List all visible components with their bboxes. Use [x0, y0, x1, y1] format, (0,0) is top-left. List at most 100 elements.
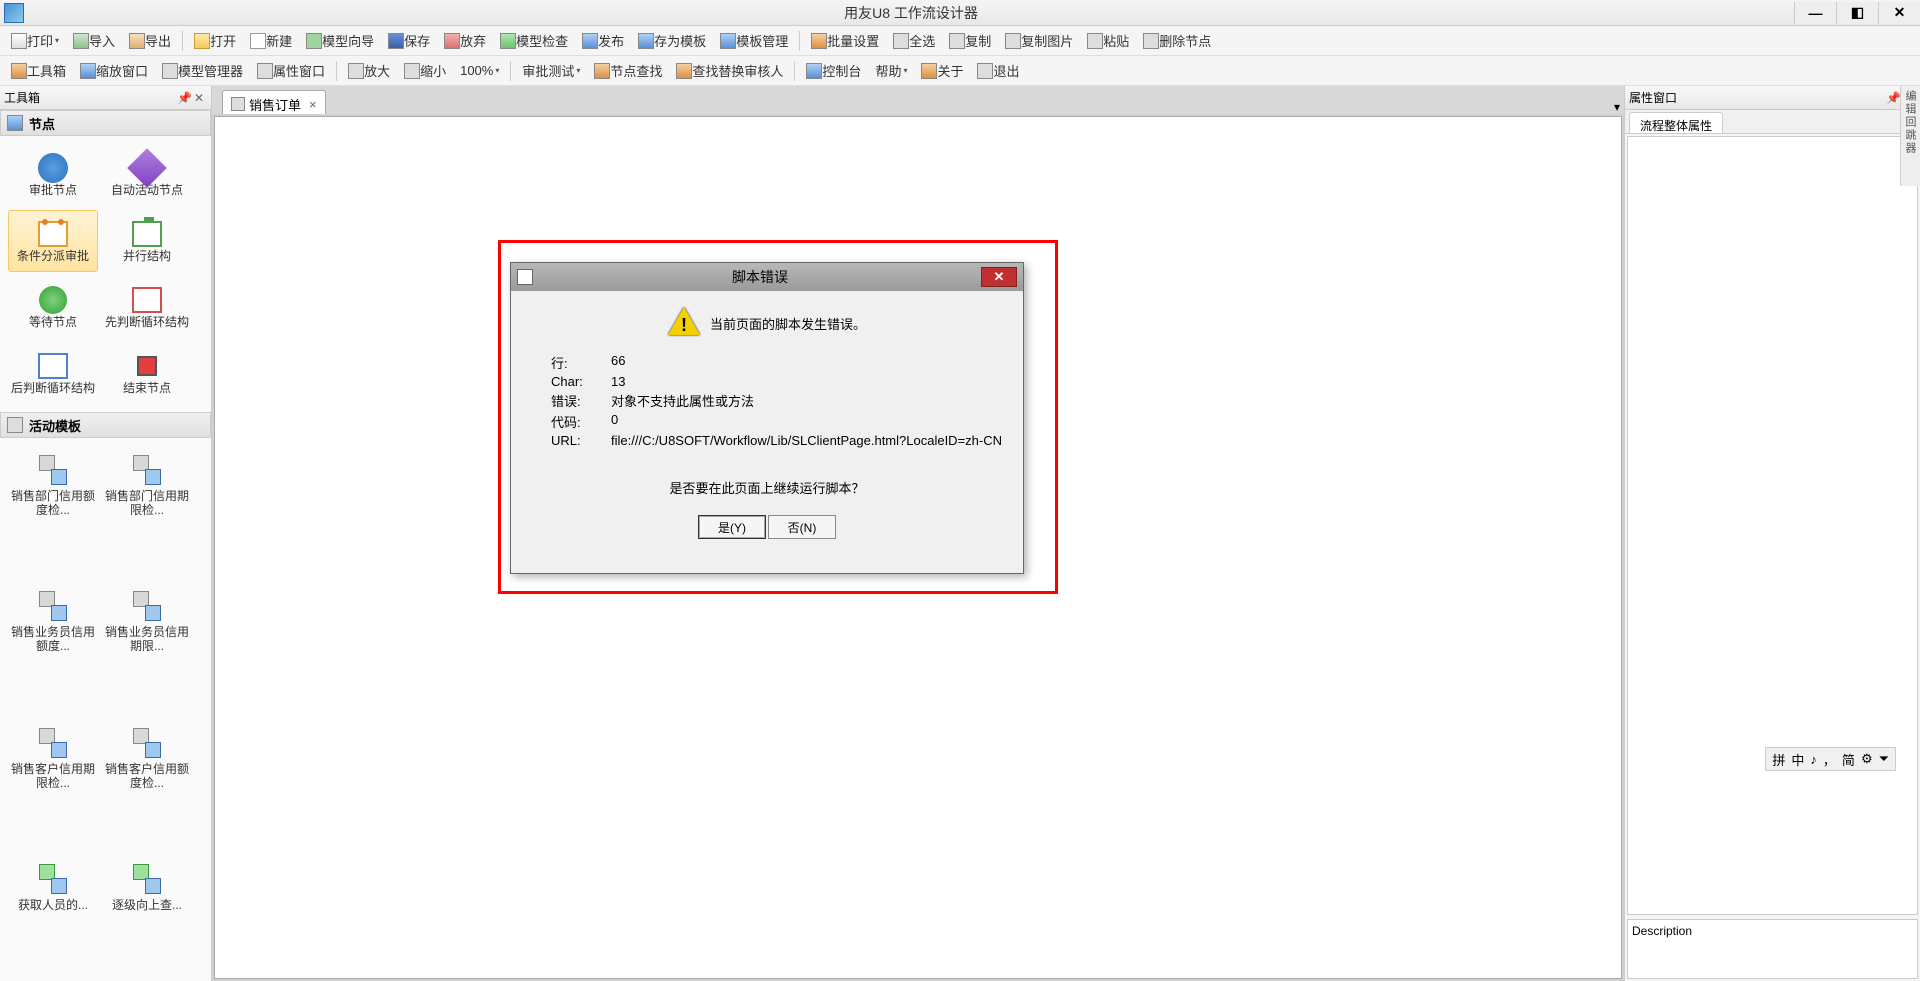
zoom-in-button[interactable]: 放大 [342, 59, 396, 82]
node-label: 结束节点 [123, 381, 171, 395]
pin-icon[interactable]: 📌 [177, 91, 191, 105]
templates-section-header[interactable]: 活动模板 [0, 412, 211, 438]
template-item-0[interactable]: 销售部门信用额度检... [8, 446, 98, 578]
dialog-titlebar: 脚本错误 ✕ [511, 263, 1023, 291]
zoom-out-icon [404, 63, 420, 79]
check-button[interactable]: 模型检查 [494, 29, 574, 52]
ime-item-4[interactable]: 简 [1842, 750, 1855, 769]
search-icon [594, 63, 610, 79]
select-all-button[interactable]: 全选 [887, 29, 941, 52]
exit-icon [977, 63, 993, 79]
property-window-button[interactable]: 属性窗口 [251, 59, 331, 82]
minimize-button[interactable]: — [1794, 2, 1836, 24]
template-item-5[interactable]: 销售客户信用额度检... [102, 719, 192, 851]
template-item-7[interactable]: 逐级向上查... [102, 855, 192, 973]
node-item-7[interactable]: 结束节点 [102, 342, 192, 404]
help-button[interactable]: 帮助▾ [869, 59, 913, 82]
save-icon [388, 33, 404, 49]
dialog-yes-button[interactable]: 是(Y) [698, 515, 766, 539]
template-item-3[interactable]: 销售业务员信用期限... [102, 582, 192, 714]
approve-test-button[interactable]: 审批测试▾ [516, 59, 586, 82]
node-item-1[interactable]: 自动活动节点 [102, 144, 192, 206]
exit-button[interactable]: 退出 [971, 59, 1025, 82]
node-item-0[interactable]: 审批节点 [8, 144, 98, 206]
batch-set-icon [811, 33, 827, 49]
ime-item-6[interactable]: ⏷ [1879, 751, 1889, 767]
row-code-label: 代码: [551, 412, 611, 431]
node-item-2[interactable]: 条件分派审批 [8, 210, 98, 272]
new-button[interactable]: 新建 [244, 29, 298, 52]
template-item-2[interactable]: 销售业务员信用额度... [8, 582, 98, 714]
document-tab-close[interactable]: × [309, 97, 317, 112]
publish-button[interactable]: 发布 [576, 29, 630, 52]
panel-close-button[interactable]: ✕ [191, 90, 207, 106]
node-label: 等待节点 [29, 315, 77, 329]
template-icon [35, 728, 71, 758]
row-line-value: 66 [611, 353, 1003, 372]
discard-button[interactable]: 放弃 [438, 29, 492, 52]
property-tab-workflow[interactable]: 流程整体属性 [1629, 112, 1723, 133]
node-item-4[interactable]: 等待节点 [8, 276, 98, 338]
export-button[interactable]: 导出 [123, 29, 177, 52]
saveas-template-button[interactable]: 存为模板 [632, 29, 712, 52]
templates-grid: 销售部门信用额度检...销售部门信用期限检... 销售业务员信用额度...销售业务… [0, 438, 211, 981]
batch-set-button[interactable]: 批量设置 [805, 29, 885, 52]
delete-node-icon [1143, 33, 1159, 49]
template-icon [129, 864, 165, 894]
node-item-5[interactable]: 先判断循环结构 [102, 276, 192, 338]
copy-button[interactable]: 复制 [943, 29, 997, 52]
dialog-no-button[interactable]: 否(N) [768, 515, 836, 539]
print-button[interactable]: 打印▾ [5, 29, 65, 52]
template-item-6[interactable]: 获取人员的... [8, 855, 98, 973]
document-tab-icon [231, 97, 245, 111]
wizard-button[interactable]: 模型向导 [300, 29, 380, 52]
dialog-close-button[interactable]: ✕ [981, 267, 1017, 287]
save-button[interactable]: 保存 [382, 29, 436, 52]
paste-button[interactable]: 粘贴 [1081, 29, 1135, 52]
maximize-button[interactable]: ◧ [1836, 2, 1878, 24]
tab-strip-menu-icon[interactable]: ▾ [1614, 100, 1620, 114]
find-replace-approver-button[interactable]: 查找替换审核人 [670, 59, 789, 82]
right-dock-strip[interactable]: 编辑回跳器 [1900, 86, 1920, 186]
node-item-3[interactable]: 并行结构 [102, 210, 192, 272]
model-manager-button[interactable]: 模型管理器 [156, 59, 249, 82]
ime-item-1[interactable]: 中 [1791, 750, 1804, 769]
zoom-window-button[interactable]: 缩放窗口 [74, 59, 154, 82]
dialog-title-icon [517, 269, 533, 285]
dialog-question: 是否要在此页面上继续运行脚本？ [531, 478, 1003, 497]
template-manager-button[interactable]: 模板管理 [714, 29, 794, 52]
ime-item-5[interactable]: ⚙ [1861, 751, 1873, 767]
console-button[interactable]: 控制台 [800, 59, 867, 82]
property-pin-icon[interactable]: 📌 [1886, 91, 1900, 105]
toolbox-button[interactable]: 工具箱 [5, 59, 72, 82]
ime-item-2[interactable]: ♪ [1810, 752, 1817, 767]
document-tab[interactable]: 销售订单 × [222, 90, 326, 114]
import-button[interactable]: 导入 [67, 29, 121, 52]
open-button[interactable]: 打开 [188, 29, 242, 52]
dialog-title: 脚本错误 [539, 267, 981, 287]
row-line-label: 行: [551, 353, 611, 372]
nodes-section-header[interactable]: 节点 [0, 110, 211, 136]
zoom-out-button[interactable]: 缩小 [398, 59, 452, 82]
close-button[interactable]: ✕ [1878, 2, 1920, 24]
template-label: 销售客户信用期限检... [11, 762, 95, 790]
nodes-grid: 审批节点自动活动节点条件分派审批并行结构等待节点 先判断循环结构后判断循环结构结束… [0, 136, 211, 412]
toolbox-header: 工具箱 📌 ✕ [0, 86, 211, 110]
template-label: 销售部门信用期限检... [105, 489, 189, 517]
ime-item-0[interactable]: 拼 [1772, 750, 1785, 769]
zoom-percent-dropdown[interactable]: 100%▾ [454, 61, 505, 80]
node-item-6[interactable]: 后判断循环结构 [8, 342, 98, 404]
copy-image-button[interactable]: 复制图片 [999, 29, 1079, 52]
window-title: 用友U8 工作流设计器 [28, 3, 1794, 23]
find-node-button[interactable]: 节点查找 [588, 59, 668, 82]
about-button[interactable]: 关于 [915, 59, 969, 82]
template-item-1[interactable]: 销售部门信用期限检... [102, 446, 192, 578]
template-label: 销售业务员信用期限... [105, 625, 189, 653]
template-item-4[interactable]: 销售客户信用期限检... [8, 719, 98, 851]
toolbar-row-1: 打印▾ 导入 导出 打开 新建 模型向导 保存 放弃 模型检查 发布 存为模板 … [0, 26, 1920, 56]
ime-bar[interactable]: 拼中 ♪ ， 简 ⚙ ⏷ [1765, 747, 1896, 771]
delete-node-button[interactable]: 删除节点 [1137, 29, 1217, 52]
node-icon [129, 285, 165, 315]
row-char-label: Char: [551, 374, 611, 389]
ime-item-3[interactable]: ， [1823, 750, 1836, 769]
